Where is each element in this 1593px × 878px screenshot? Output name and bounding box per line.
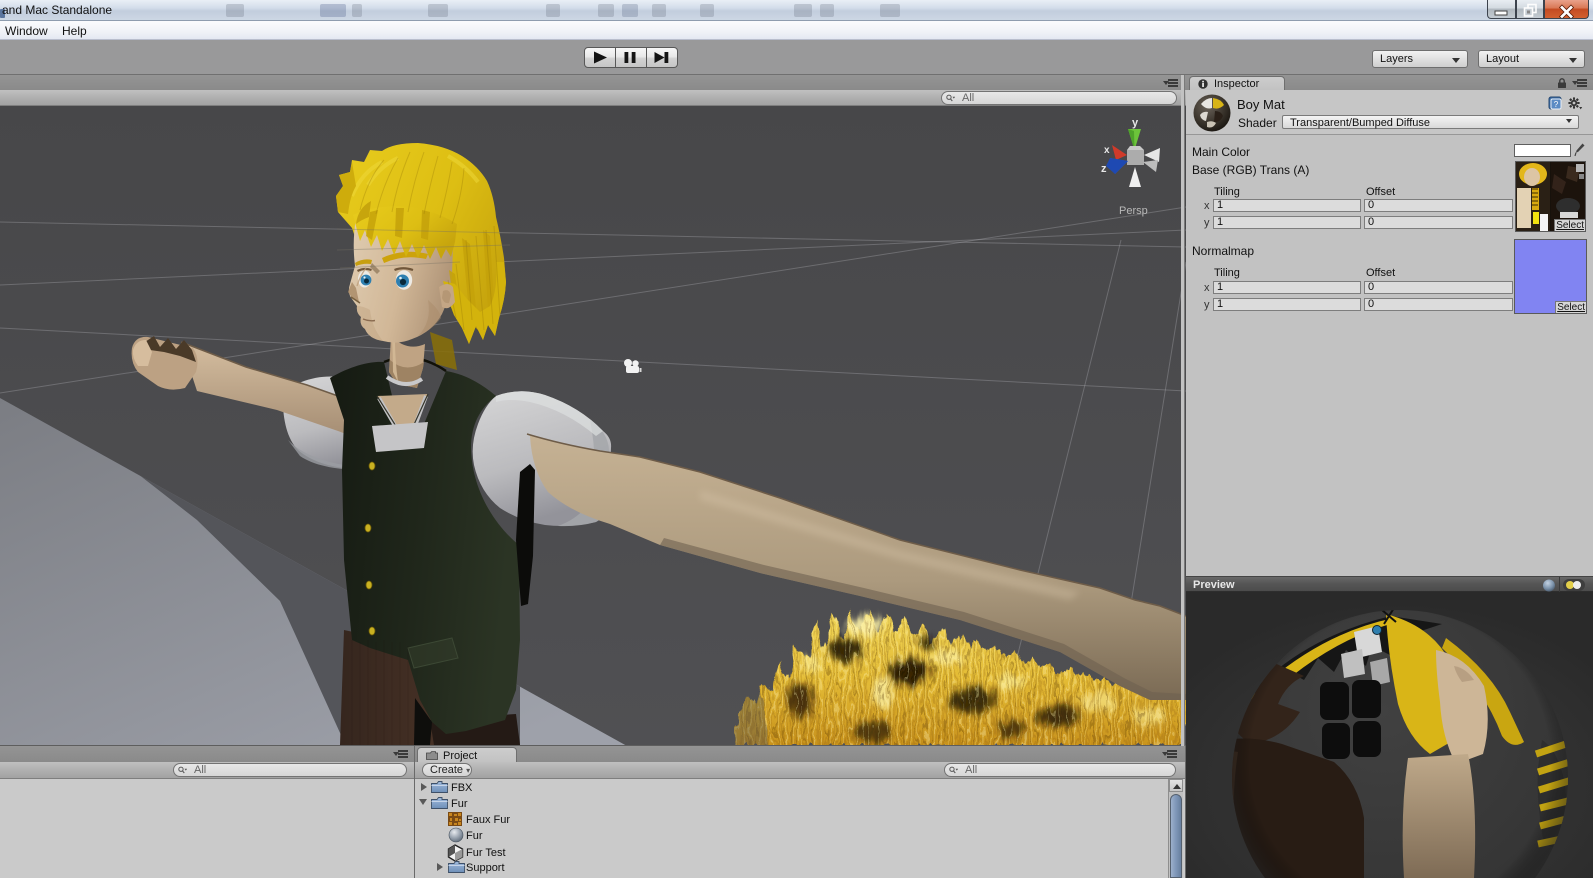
svg-text:Fur: Fur <box>451 798 468 810</box>
svg-text:Fur: Fur <box>466 830 483 842</box>
svg-text:Fur Test: Fur Test <box>466 847 506 859</box>
svg-text:y: y <box>1132 117 1139 129</box>
svg-text:Support: Support <box>466 862 505 874</box>
svg-text:z: z <box>1101 163 1107 175</box>
svg-text:?: ? <box>1554 100 1559 109</box>
svg-text:x: x <box>1104 145 1110 156</box>
svg-text:FBX: FBX <box>451 782 473 794</box>
svg-text:Persp: Persp <box>1119 205 1148 217</box>
svg-text:Faux Fur: Faux Fur <box>466 814 510 826</box>
